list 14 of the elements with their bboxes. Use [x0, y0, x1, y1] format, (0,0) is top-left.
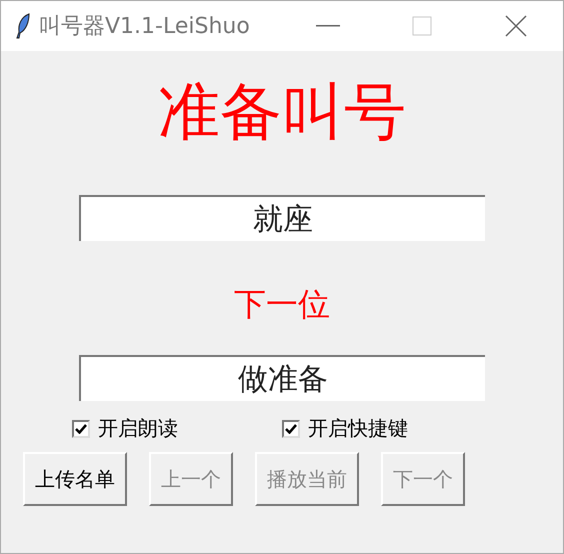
maximize-icon: [412, 16, 432, 36]
checkbox-label: 开启快捷键: [308, 415, 408, 442]
checkbox[interactable]: [282, 420, 300, 438]
minimize-icon: [316, 25, 340, 27]
close-icon: [505, 15, 527, 37]
action-button[interactable]: 上传名单: [23, 452, 127, 506]
window-title: 叫号器V1.1-LeiShuo: [39, 13, 251, 41]
heading: 准备叫号: [158, 75, 406, 150]
feather-icon: [15, 13, 31, 39]
next-field[interactable]: 做准备: [79, 355, 485, 402]
current-field[interactable]: 就座: [79, 195, 485, 242]
next-label: 下一位: [234, 284, 330, 326]
checkbox-label: 开启朗读: [98, 415, 178, 442]
checkbox[interactable]: [72, 420, 90, 438]
